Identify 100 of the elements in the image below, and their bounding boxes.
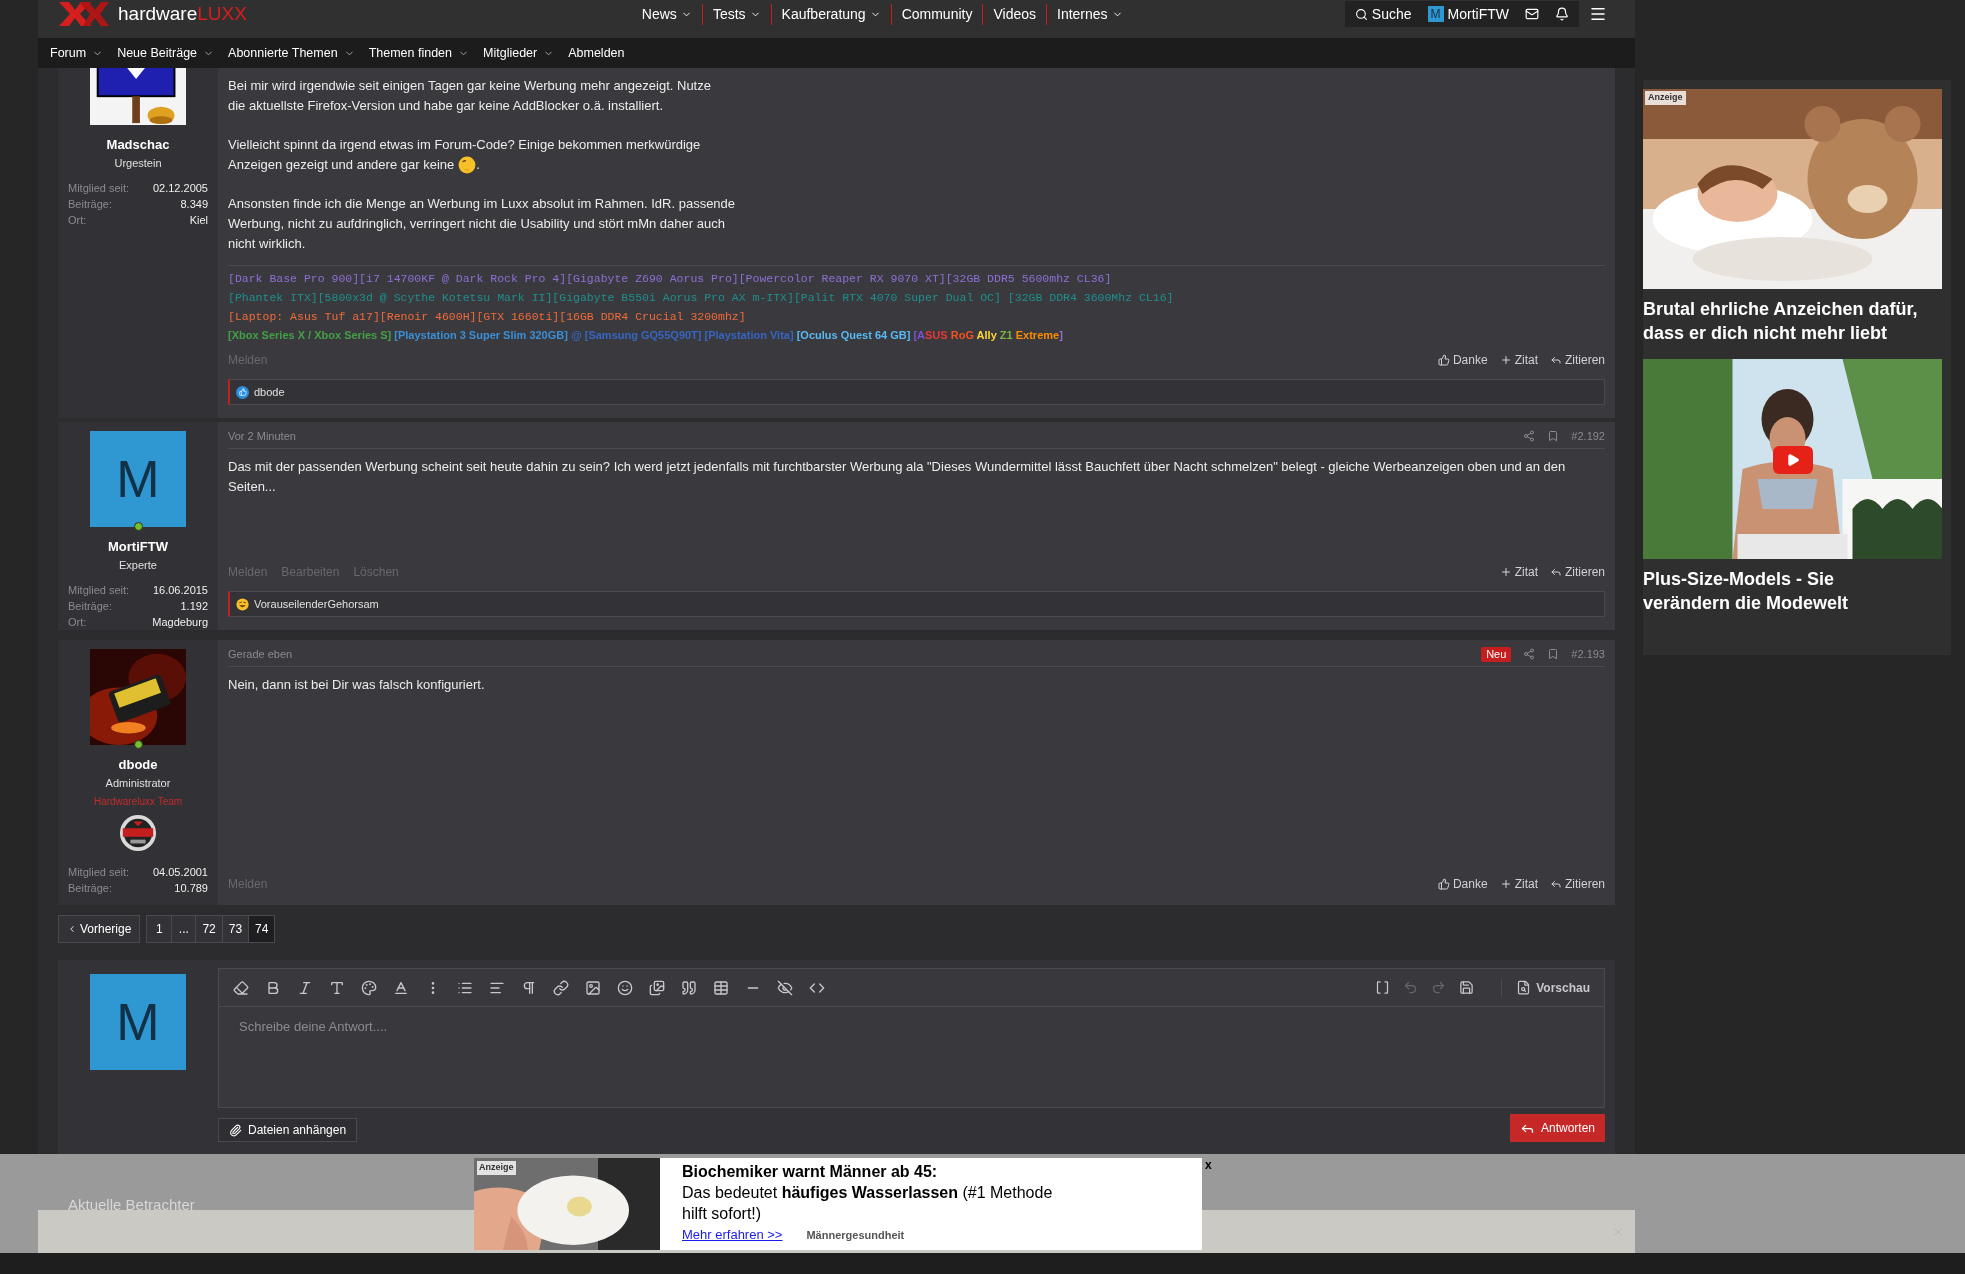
share-icon[interactable] — [1523, 648, 1536, 661]
page-link[interactable]: 1 — [147, 916, 172, 942]
text-size-icon[interactable] — [329, 979, 345, 996]
nav-link[interactable]: Community — [890, 3, 983, 25]
reaction-bar[interactable]: VorauseilenderGehorsam — [228, 591, 1605, 617]
like-icon — [236, 385, 249, 399]
reaction-users[interactable]: VorauseilenderGehorsam — [254, 595, 379, 613]
post-text: Vielleicht spinnt da irgend etwas im Forum-Code? Einige bekommen merkwürdige — [228, 136, 701, 154]
page-link[interactable]: ... — [171, 916, 196, 942]
user-link[interactable]: M MortiFTW — [1427, 3, 1509, 25]
sub-nav-link[interactable]: Forum — [50, 43, 104, 63]
attach-files-button[interactable]: Dateien anhängen — [218, 1118, 358, 1142]
bookmark-icon[interactable] — [1547, 648, 1560, 661]
signature-text: RoG — [950, 329, 975, 341]
sub-nav-link[interactable]: Abonnierte Themen — [228, 43, 355, 63]
image-icon[interactable] — [585, 979, 601, 996]
stat-value: 8.349 — [180, 197, 208, 212]
stat-label: Beiträge: — [68, 599, 113, 614]
signature-text: [A — [912, 329, 926, 341]
post-text: Nein, dann ist bei Dir was falsch konfiguriert. — [228, 675, 486, 694]
author-role: Administrator — [105, 776, 171, 790]
bottom-ad-banner[interactable]: Anzeige Biochemiker warnt Männer ab 45: Das bedeutet häufiges Wasserlassen (#1 Methode hilft sofort!) Mehr erfahren >> Männergesundheit — [474, 1158, 1202, 1250]
section-title: Aktuelle Betrachter — [68, 1195, 195, 1215]
post-text: Anzeigen gezeigt und andere gar keine — [228, 156, 455, 174]
nav-link[interactable]: Tests — [701, 3, 771, 25]
mail-icon[interactable] — [1525, 7, 1539, 22]
signature-text: [Playstation 3 Super Slim 320GB] — [393, 329, 568, 341]
signature-text: [Phantek ITX][5800x3d @ Scythe Kotetsu Mark II][Gigabyte B550i Aorus Pro AX m-ITX][Palit RTX 4070 Super Dual OC] [32GB DDR4 3600Mhz CL16] — [228, 291, 1174, 304]
avatar[interactable]: M — [90, 974, 186, 1070]
save-icon[interactable] — [1459, 980, 1475, 995]
post-text: . — [476, 156, 480, 174]
page-link[interactable]: 74 — [248, 916, 275, 942]
laughing-face-icon — [236, 597, 249, 611]
font-color-icon[interactable] — [393, 979, 409, 996]
page-link[interactable]: 73 — [221, 916, 249, 942]
post-action-button[interactable]: Zitat — [1499, 563, 1538, 581]
submit-reply-button[interactable]: Antworten — [1509, 1114, 1605, 1142]
avatar[interactable]: M — [90, 431, 186, 527]
author-name[interactable]: Madschac — [106, 137, 170, 153]
signature-text: [Laptop: Asus Tuf a17][Renoir 4600H][GTX 1660ti][16GB DDR4 Crucial 3200mhz] — [228, 310, 746, 323]
post-action-button[interactable]: Zitieren — [1550, 875, 1605, 893]
post-action-button[interactable]: Zitat — [1499, 875, 1538, 893]
user-avatar: M — [1427, 6, 1444, 23]
ad-headline[interactable]: Brutal ehrliche Anzeichen dafür, dass er dich nicht mehr liebt — [1643, 297, 1923, 345]
post-action-button[interactable]: Zitat — [1499, 351, 1538, 369]
reaction-users[interactable]: dbode — [254, 383, 285, 401]
ad-link[interactable]: Mehr erfahren >> — [682, 1225, 783, 1245]
logo-icon[interactable] — [58, 2, 110, 27]
post-action-button[interactable]: Zitieren — [1550, 351, 1605, 369]
nav-link[interactable]: Videos — [982, 3, 1046, 25]
bold-icon[interactable] — [265, 979, 281, 996]
sub-nav-link[interactable]: Themen finden — [368, 43, 469, 63]
share-icon[interactable] — [1523, 430, 1536, 443]
post-text: Ansonsten finde ich die Menge an Werbung im Luxx absolut im Rahmen. IdR. passende Werbung, nicht zu aufdringlich, verringert nicht die Usability und stört mMn daher auch nicht wirklich. — [228, 195, 737, 253]
smiley-icon[interactable] — [617, 979, 633, 996]
bookmark-icon[interactable] — [1547, 430, 1560, 443]
stat-value: 10.789 — [174, 881, 208, 896]
search-link[interactable]: Suche — [1354, 3, 1412, 25]
author-name[interactable]: dbode — [118, 757, 158, 773]
sub-nav-link[interactable]: Neue Beiträge — [117, 43, 215, 63]
italic-icon[interactable] — [297, 979, 313, 996]
thumbs-up-icon — [1437, 878, 1450, 890]
bell-icon[interactable] — [1555, 7, 1569, 22]
page-link[interactable]: 72 — [195, 916, 222, 942]
stat-value: 1.192 — [180, 599, 208, 614]
sub-nav-link[interactable]: Abmelden — [568, 43, 625, 63]
sub-nav-link[interactable]: Mitglieder — [483, 43, 555, 63]
nav-link[interactable]: News — [631, 3, 702, 25]
ad-headline: Biochemiker warnt Männer ab 45: — [682, 1162, 939, 1182]
reaction-bar[interactable]: dbode — [228, 379, 1605, 405]
signature-text: SUS — [925, 329, 949, 341]
nav-link[interactable]: Kaufberatung — [770, 3, 891, 25]
gallery-icon[interactable] — [649, 979, 665, 996]
ad-close-button[interactable]: x — [1205, 1156, 1212, 1174]
post-action-button[interactable]: Danke — [1437, 351, 1488, 369]
spoiler-icon[interactable] — [777, 979, 793, 996]
author-team: Hardwareluxx Team — [93, 795, 183, 808]
paragraph-icon[interactable] — [521, 979, 537, 996]
quote-icon[interactable] — [681, 979, 697, 996]
author-name[interactable]: MortiFTW — [108, 539, 168, 555]
thinking-face-icon — [458, 156, 477, 174]
nav-link[interactable]: Internes — [1046, 3, 1133, 25]
link-icon[interactable] — [553, 979, 569, 996]
palette-icon[interactable] — [361, 979, 377, 996]
eraser-icon[interactable] — [233, 979, 249, 996]
logo-text[interactable]: hardwareLUXX — [118, 0, 247, 29]
signature-text: Z1 — [999, 329, 1014, 341]
stat-value: 04.05.2001 — [152, 865, 208, 880]
signature-text: ] — [1059, 329, 1063, 341]
brackets-icon[interactable] — [1375, 980, 1391, 995]
post-action-button[interactable]: Danke — [1437, 875, 1488, 893]
reply-input[interactable]: Schreibe deine Antwort.... — [219, 1007, 1604, 1037]
stat-value: 16.06.2015 — [152, 583, 208, 598]
previous-page-button[interactable]: Vorherige — [58, 915, 141, 943]
table-icon[interactable] — [713, 979, 729, 996]
post-action-button[interactable]: Zitieren — [1550, 563, 1605, 581]
play-button-icon[interactable] — [1773, 446, 1813, 474]
author-role: Experte — [119, 558, 157, 572]
ad-headline[interactable]: Plus-Size-Models - Sie verändern die Modewelt — [1643, 567, 1923, 615]
preview-button[interactable]: Vorschau — [1501, 978, 1590, 997]
